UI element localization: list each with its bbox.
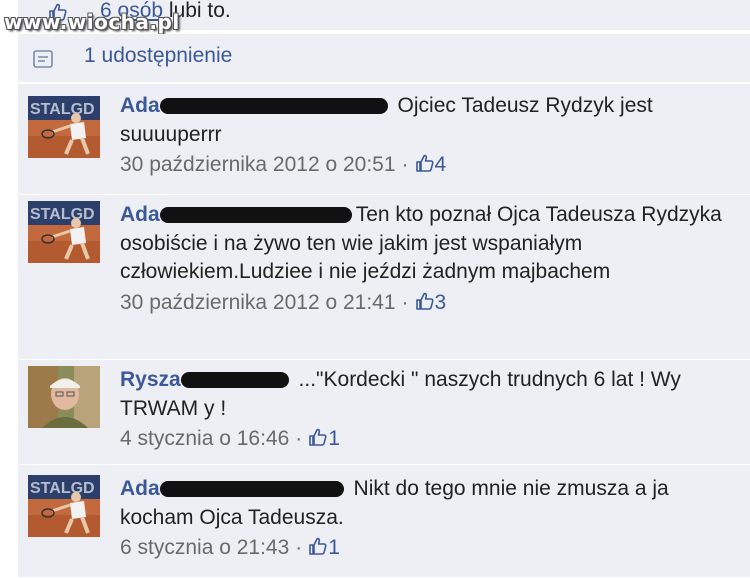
comment-like-count[interactable]: 1 <box>328 536 340 559</box>
avatar[interactable] <box>28 475 100 537</box>
comment-timestamp[interactable]: 30 października 2012 o 20:51 <box>120 153 396 176</box>
avatar[interactable] <box>28 366 100 428</box>
thumbs-up-icon[interactable] <box>308 536 328 556</box>
avatar[interactable] <box>28 96 100 158</box>
comment-text-line: Ada Ten kto poznał Ojca Tadeusza Rydzyka … <box>120 201 730 287</box>
comment-meta: 4 stycznia o 16:46 · 1 <box>120 427 340 450</box>
redaction-mark <box>159 98 388 115</box>
shares-link[interactable]: 1 udostępnienie <box>84 44 232 68</box>
comment-meta: 6 stycznia o 21:43 · 1 <box>120 536 340 559</box>
thumbs-up-icon[interactable] <box>415 291 435 311</box>
comment-author-link[interactable]: Ada <box>120 94 160 117</box>
comment-author-link[interactable]: Rysza <box>120 368 181 391</box>
thumbs-up-icon[interactable] <box>308 427 328 447</box>
comment-author-link[interactable]: Ada <box>120 203 160 226</box>
comment-like-count[interactable]: 3 <box>435 291 447 314</box>
comment: Rysza ..."Kordecki " naszych trudnych 6 … <box>18 360 750 465</box>
redaction-mark <box>159 207 352 224</box>
comment-timestamp[interactable]: 4 stycznia o 16:46 <box>120 427 289 450</box>
redaction-mark <box>159 481 344 498</box>
watermark: www.wiocha.pl <box>4 10 180 34</box>
comment: Ada Ten kto poznał Ojca Tadeusza Rydzyka … <box>18 195 750 360</box>
comment-text-line: Ada Nikt do tego mnie nie zmusza a ja ko… <box>120 475 730 532</box>
comment-text-line: Ada Ojciec Tadeusz Rydzyk jest suuuuperr… <box>120 92 730 149</box>
comment-like-count[interactable]: 4 <box>435 153 447 176</box>
comment-timestamp[interactable]: 30 października 2012 o 21:41 <box>120 291 396 314</box>
comment-timestamp[interactable]: 6 stycznia o 21:43 <box>120 536 289 559</box>
comment-meta: 30 października 2012 o 21:41 · 3 <box>120 290 447 314</box>
comment-like-count[interactable]: 1 <box>328 427 340 450</box>
thumbs-up-icon[interactable] <box>415 153 435 173</box>
redaction-mark <box>180 372 289 389</box>
comment-text-line: Rysza ..."Kordecki " naszych trudnych 6 … <box>120 366 730 423</box>
avatar[interactable] <box>28 201 100 263</box>
comment-meta: 30 października 2012 o 20:51 · 4 <box>120 153 447 176</box>
comment-author-link[interactable]: Ada <box>120 477 160 500</box>
comment: Ada Ojciec Tadeusz Rydzyk jest suuuuperr… <box>18 84 750 195</box>
shares-summary: 1 udostępnienie <box>18 34 750 83</box>
share-icon <box>33 50 53 68</box>
comment: Ada Nikt do tego mnie nie zmusza a ja ko… <box>18 465 750 578</box>
